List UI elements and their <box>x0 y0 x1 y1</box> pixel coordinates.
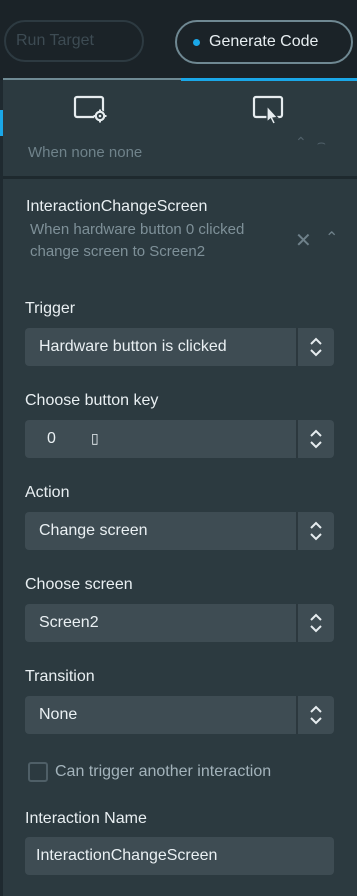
action-value: Change screen <box>39 522 148 539</box>
interaction-description: When none none <box>28 144 143 161</box>
button-key-value: 0 <box>47 430 56 447</box>
panel-tabs <box>3 78 357 140</box>
chain-interaction-label: Can trigger another interaction <box>55 763 272 780</box>
interaction-description: When hardware button 0 clicked change sc… <box>30 221 245 260</box>
interaction-icon[interactable] <box>251 94 287 126</box>
interaction-title: InteractionChangeScreen <box>26 198 208 215</box>
select-divider <box>296 328 298 366</box>
select-divider <box>296 604 298 642</box>
top-toolbar: Run Target Generate Code <box>0 0 357 80</box>
trigger-value: Hardware button is clicked <box>39 338 227 355</box>
chevron-updown-icon <box>310 521 322 541</box>
select-divider <box>296 512 298 550</box>
screen-select[interactable]: Screen2 <box>25 604 334 642</box>
screen-settings-icon[interactable] <box>73 94 109 126</box>
chain-interaction-checkbox[interactable] <box>28 762 48 782</box>
select-divider <box>296 696 298 734</box>
close-icon[interactable]: ✕ <box>295 228 312 253</box>
button-key-select[interactable]: 0 ▯ <box>25 420 334 458</box>
run-target-button[interactable]: Run Target <box>4 20 144 62</box>
tab-underline-active <box>181 78 357 81</box>
chevron-updown-icon <box>310 429 322 449</box>
action-label: Action <box>25 484 70 501</box>
button-key-glyph: ▯ <box>91 430 99 446</box>
action-select[interactable]: Change screen <box>25 512 334 550</box>
generate-code-label: Generate Code <box>209 33 319 50</box>
tab-underline-inactive <box>3 78 181 80</box>
transition-value: None <box>39 706 78 723</box>
screen-value: Screen2 <box>39 614 99 631</box>
interaction-name-value: InteractionChangeScreen <box>36 847 218 864</box>
card-separator <box>3 176 357 179</box>
select-divider <box>296 420 298 458</box>
chevron-updown-icon <box>310 705 322 725</box>
transition-label: Transition <box>25 668 95 685</box>
run-target-label: Run Target <box>16 32 94 49</box>
status-dot-icon <box>193 38 200 46</box>
properties-panel: When none none ⌃⌢ InteractionChangeScree… <box>3 78 357 896</box>
chevron-updown-icon <box>310 337 322 357</box>
generate-code-button[interactable]: Generate Code <box>175 20 353 64</box>
transition-select[interactable]: None <box>25 696 334 734</box>
button-key-label: Choose button key <box>25 392 159 409</box>
screen-label: Choose screen <box>25 576 133 593</box>
chevron-updown-icon <box>310 613 322 633</box>
interaction-name-input[interactable]: InteractionChangeScreen <box>25 837 334 875</box>
collapsed-card-controls[interactable]: ⌃⌢ <box>295 134 336 151</box>
interaction-name-label: Interaction Name <box>25 810 147 827</box>
chevron-up-icon[interactable]: ⌃ <box>325 228 338 248</box>
trigger-select[interactable]: Hardware button is clicked <box>25 328 334 366</box>
trigger-label: Trigger <box>25 300 76 317</box>
